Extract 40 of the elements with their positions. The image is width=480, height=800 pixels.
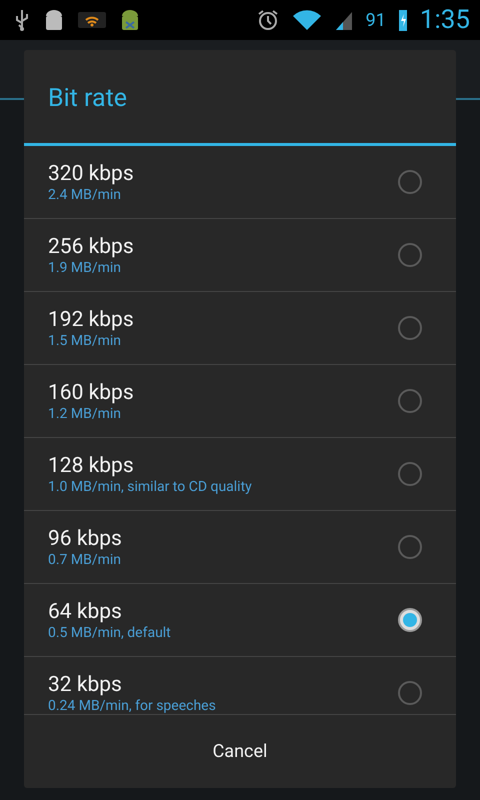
clock-time: 1:35 [420,5,470,35]
usb-icon [14,8,30,32]
option-detail: 0.5 MB/min, default [48,624,172,642]
option-label: 320 kbps [48,160,135,186]
option-detail: 1.9 MB/min [48,260,122,276]
bitrate-option[interactable]: 64 kbps 0.5 MB/min, default [24,584,456,657]
bitrate-option[interactable]: 192 kbps 1.5 MB/min [24,292,456,365]
bitrate-option[interactable]: 160 kbps 1.2 MB/min [24,365,456,438]
option-detail: 1.2 MB/min [48,406,122,422]
alarm-clock-icon [256,8,280,32]
radio-button[interactable] [398,243,422,267]
cancel-button[interactable]: Cancel [24,715,456,788]
option-label: 96 kbps [48,526,123,552]
option-detail: 1.0 MB/min, similar to CD quality [48,478,253,496]
option-detail: 0.7 MB/min [48,552,122,568]
option-label: 64 kbps [48,598,123,624]
radio-button[interactable] [398,389,422,413]
radio-button[interactable] [398,462,422,486]
battery-charging-icon [398,8,408,32]
bitrate-option[interactable]: 320 kbps 2.4 MB/min [24,146,456,219]
radio-button[interactable] [398,681,422,705]
radio-button[interactable] [398,170,422,194]
dialog-title: Bit rate [48,84,128,114]
radio-button[interactable] [398,608,422,632]
option-detail: 1.5 MB/min [48,332,122,350]
radio-button[interactable] [398,316,422,340]
option-label: 32 kbps [48,672,123,698]
bitrate-option[interactable]: 96 kbps 0.7 MB/min [24,511,456,584]
option-label: 160 kbps [48,380,135,406]
bitrate-option[interactable]: 128 kbps 1.0 MB/min, similar to CD quality [24,438,456,511]
option-detail: 0.24 MB/min, for speeches [48,698,217,714]
bitrate-option[interactable]: 256 kbps 1.9 MB/min [24,219,456,292]
option-label: 192 kbps [48,306,135,332]
option-detail: 2.4 MB/min [48,186,122,204]
battery-percent: 91 [366,10,386,30]
option-label: 256 kbps [48,234,135,260]
radio-button[interactable] [398,535,422,559]
option-label: 128 kbps [48,452,135,478]
bitrate-option[interactable]: 32 kbps 0.24 MB/min, for speeches [24,657,456,714]
wifi-signal-icon [292,8,322,32]
